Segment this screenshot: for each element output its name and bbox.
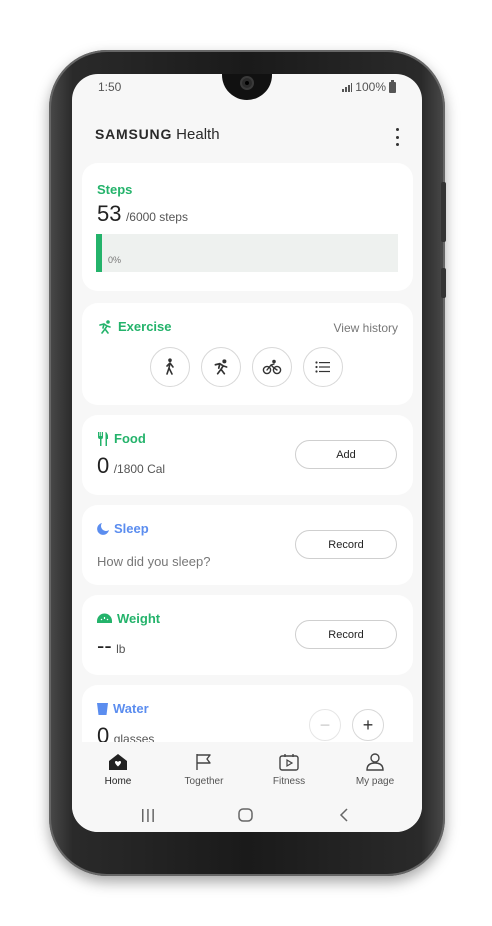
glass-icon bbox=[97, 702, 108, 715]
back-icon bbox=[339, 808, 348, 822]
sleep-record-button[interactable]: Record bbox=[295, 530, 397, 559]
food-value: 0 bbox=[97, 453, 110, 478]
food-add-button[interactable]: Add bbox=[295, 440, 397, 469]
food-goal: /1800 Cal bbox=[113, 462, 166, 476]
sleep-card[interactable]: Sleep How did you sleep? Record bbox=[82, 505, 413, 585]
running-icon bbox=[214, 359, 228, 375]
recent-apps-button[interactable] bbox=[128, 804, 168, 826]
water-minus-button[interactable]: − bbox=[309, 709, 341, 741]
weight-value: -- bbox=[97, 633, 112, 658]
water-title-row: Water bbox=[97, 701, 149, 716]
logo-product: Health bbox=[176, 126, 220, 143]
food-title-row: Food bbox=[97, 431, 146, 446]
weight-record-button[interactable]: Record bbox=[295, 620, 397, 649]
bottom-navigation: Home Together Fitness My page bbox=[72, 742, 422, 798]
view-history-link[interactable]: View history bbox=[334, 321, 398, 335]
water-title: Water bbox=[113, 701, 149, 716]
status-right: 100% bbox=[342, 79, 396, 94]
exercise-running-button[interactable] bbox=[201, 347, 241, 387]
nav-fitness-label: Fitness bbox=[272, 776, 306, 787]
weight-value-row: -- lb bbox=[97, 633, 125, 659]
steps-progress-label: 0% bbox=[108, 255, 122, 265]
app-logo: SAMSUNG Health bbox=[95, 126, 220, 143]
power-button bbox=[441, 268, 446, 298]
steps-title: Steps bbox=[97, 182, 133, 197]
home-system-button[interactable] bbox=[226, 804, 266, 826]
list-icon bbox=[315, 361, 330, 373]
food-card[interactable]: Food 0 /1800 Cal Add bbox=[82, 415, 413, 495]
more-options-button[interactable] bbox=[392, 128, 402, 146]
signal-icon bbox=[342, 82, 353, 92]
water-plus-button[interactable]: + bbox=[352, 709, 384, 741]
back-button[interactable] bbox=[324, 804, 364, 826]
flag-icon bbox=[196, 754, 211, 770]
nav-home[interactable]: Home bbox=[78, 752, 158, 787]
running-icon bbox=[99, 319, 111, 334]
utensils-icon bbox=[98, 431, 109, 446]
nav-fitness[interactable]: Fitness bbox=[249, 752, 329, 787]
exercise-cycling-button[interactable] bbox=[252, 347, 292, 387]
status-bar: 1:50 100% bbox=[72, 79, 422, 96]
exercise-card[interactable]: Exercise View history bbox=[82, 303, 413, 405]
nav-home-label: Home bbox=[104, 776, 132, 787]
nav-together[interactable]: Together bbox=[164, 752, 244, 787]
battery-percent: 100% bbox=[355, 80, 386, 94]
sleep-prompt: How did you sleep? bbox=[97, 554, 211, 569]
food-title: Food bbox=[114, 431, 146, 446]
screen: 1:50 100% SAMSUNG Health Steps 53 /6000 s… bbox=[72, 74, 422, 832]
steps-count: 53 bbox=[97, 201, 122, 226]
recent-apps-icon bbox=[142, 808, 154, 822]
moon-icon bbox=[97, 522, 109, 535]
system-navigation bbox=[72, 798, 422, 832]
steps-progress: 0% bbox=[96, 234, 398, 272]
sleep-title-row: Sleep bbox=[97, 521, 149, 536]
status-time: 1:50 bbox=[98, 80, 122, 94]
weight-card[interactable]: Weight -- lb Record bbox=[82, 595, 413, 675]
nav-my-page[interactable]: My page bbox=[335, 752, 415, 787]
weight-title: Weight bbox=[117, 611, 161, 626]
weight-unit: lb bbox=[116, 642, 126, 656]
fitness-icon bbox=[279, 754, 299, 771]
exercise-title: Exercise bbox=[118, 319, 172, 334]
home-square-icon bbox=[238, 808, 253, 822]
sleep-title: Sleep bbox=[114, 521, 149, 536]
battery-icon bbox=[389, 79, 396, 93]
exercise-list-button[interactable] bbox=[303, 347, 343, 387]
steps-value: 53 /6000 steps bbox=[97, 201, 188, 227]
scale-icon bbox=[97, 613, 112, 623]
food-value-row: 0 /1800 Cal bbox=[97, 453, 165, 479]
exercise-walking-button[interactable] bbox=[150, 347, 190, 387]
exercise-title-row: Exercise bbox=[97, 319, 172, 334]
app-bar: SAMSUNG Health bbox=[95, 126, 406, 150]
steps-goal: /6000 steps bbox=[125, 210, 188, 224]
logo-brand: SAMSUNG bbox=[95, 126, 173, 142]
steps-card[interactable]: Steps 53 /6000 steps 0% bbox=[82, 163, 413, 291]
cycling-icon bbox=[262, 359, 282, 375]
steps-progress-fill bbox=[96, 234, 103, 272]
walking-icon bbox=[166, 358, 174, 375]
home-icon bbox=[109, 754, 127, 770]
weight-title-row: Weight bbox=[97, 611, 160, 626]
volume-button bbox=[441, 182, 446, 242]
nav-together-label: Together bbox=[184, 776, 224, 787]
person-icon bbox=[366, 753, 384, 771]
nav-my-page-label: My page bbox=[355, 776, 395, 787]
